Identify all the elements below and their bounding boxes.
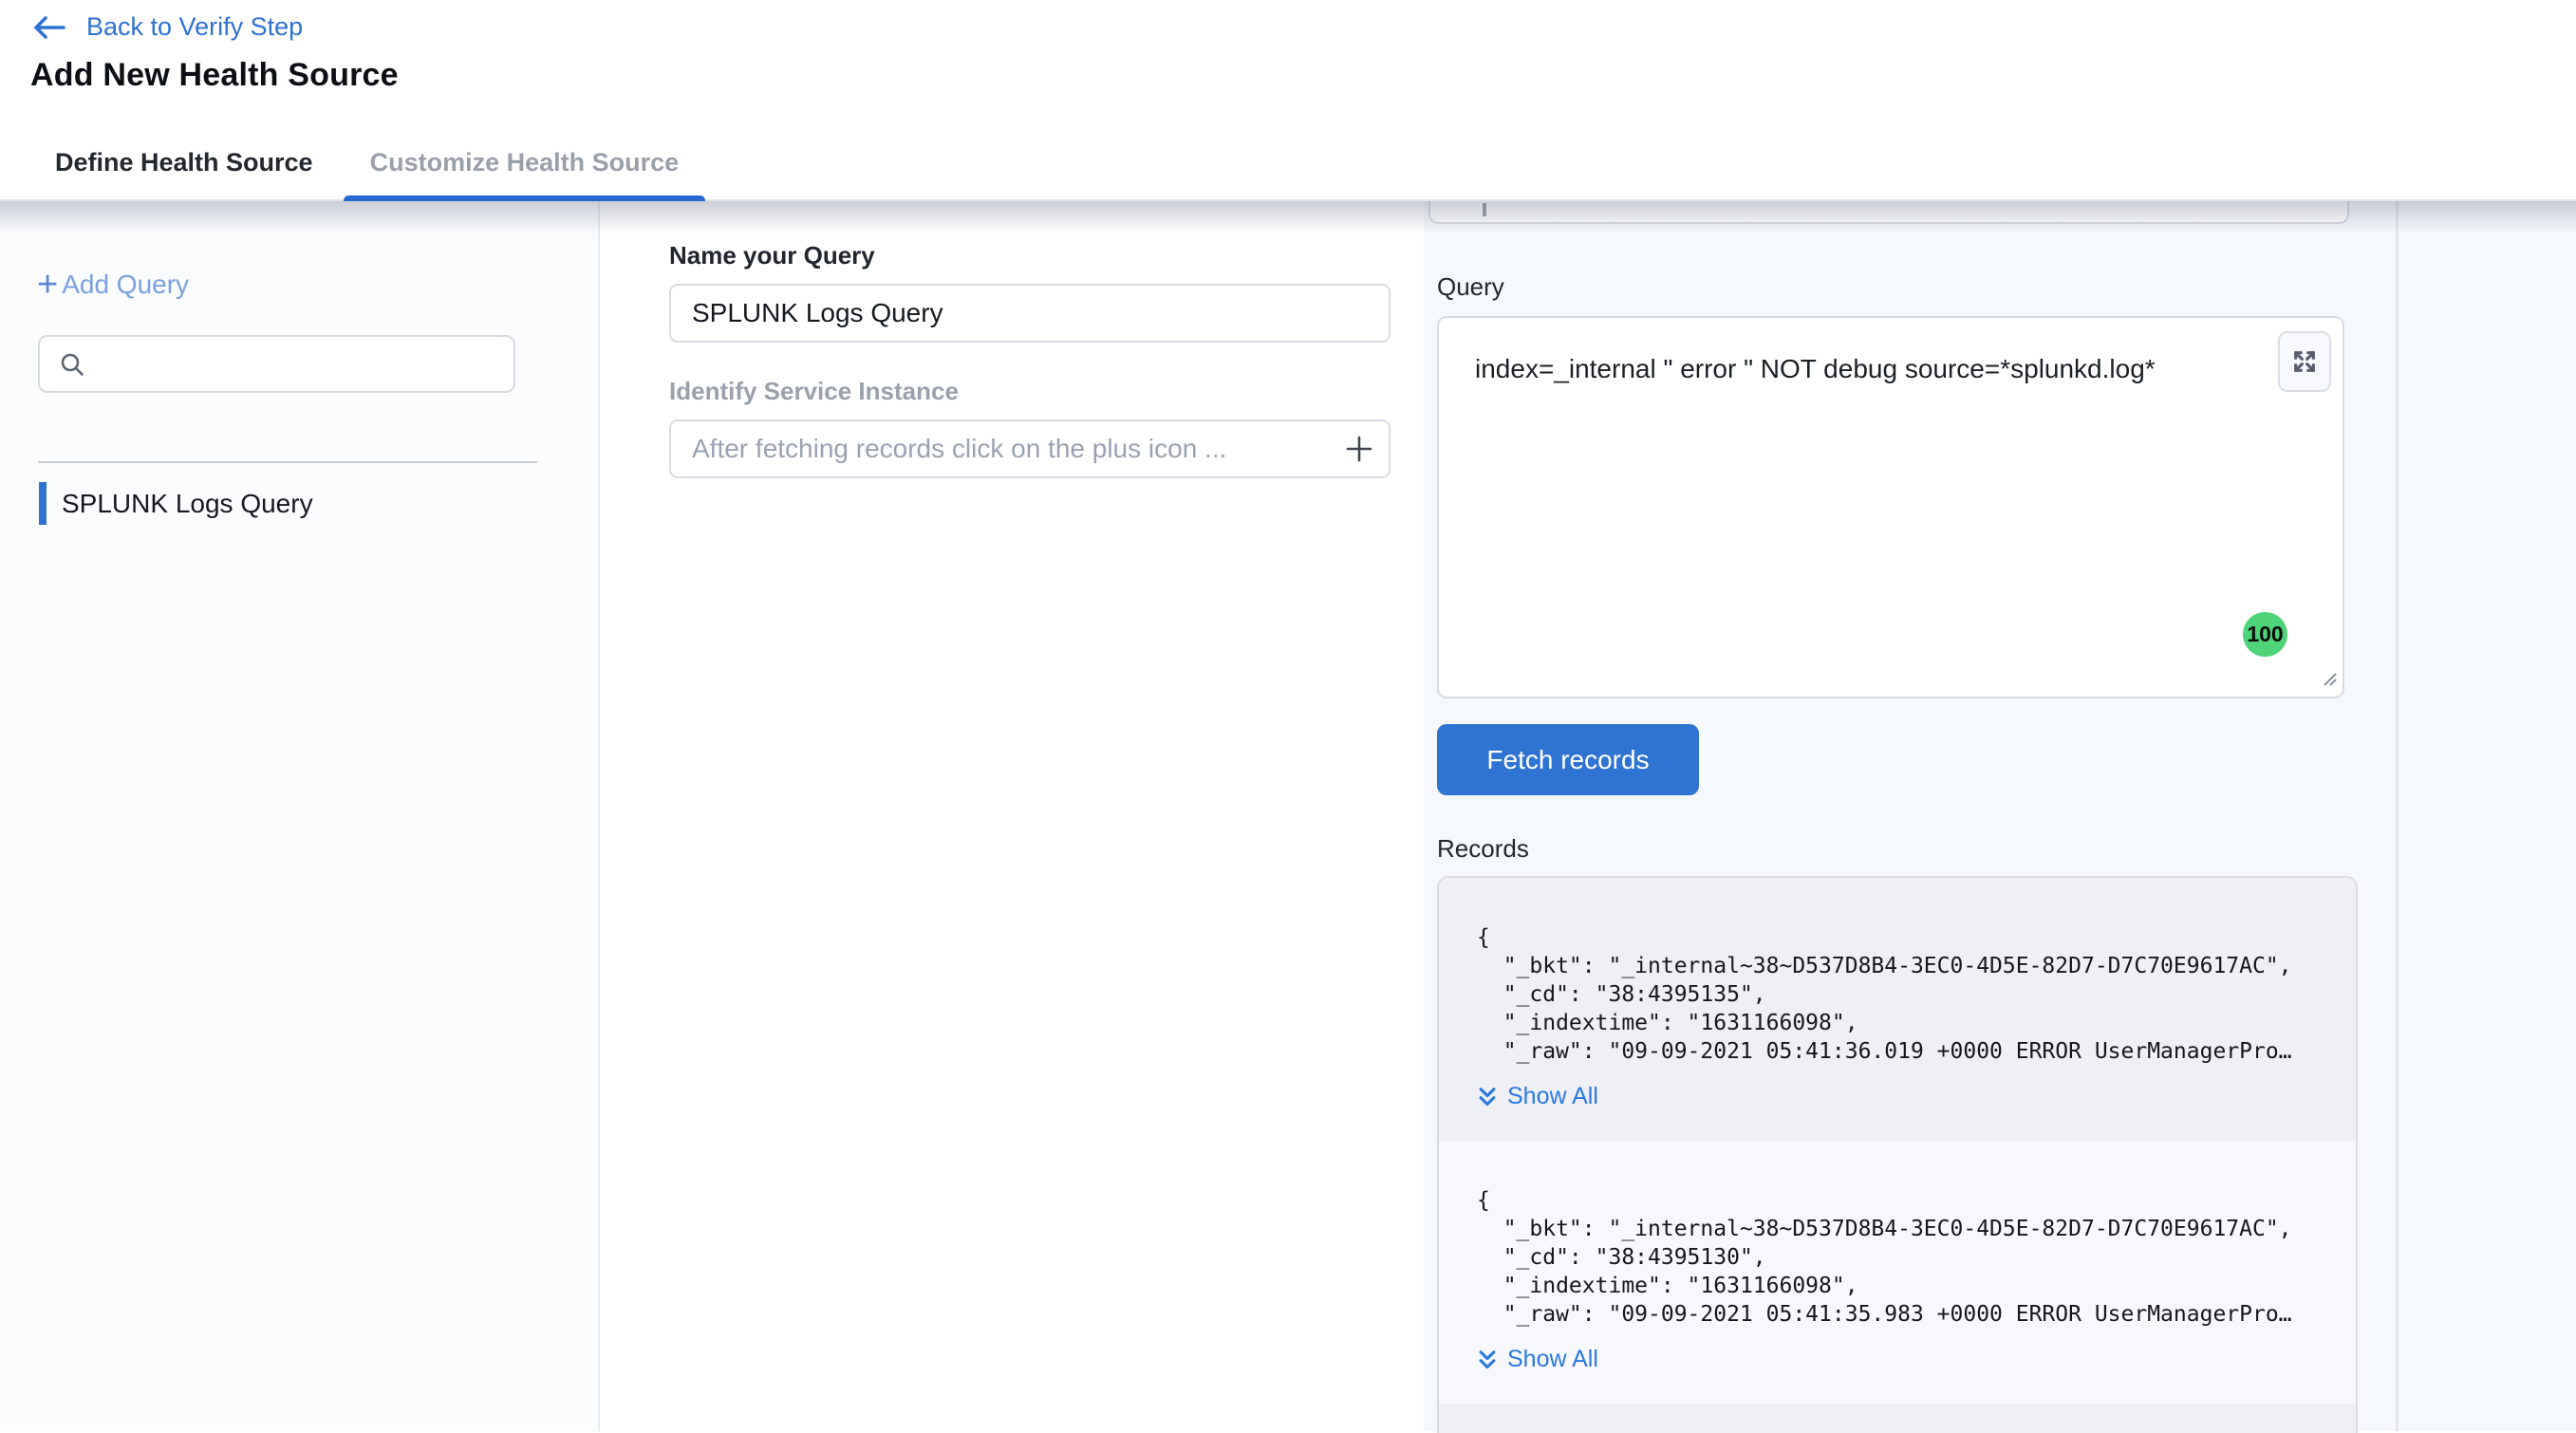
show-all-link[interactable]: Show All <box>1477 1346 2318 1373</box>
sidebar-divider <box>38 461 537 463</box>
query-details-column: Query index=_internal " error " NOT debu… <box>1424 201 2576 1431</box>
tab-bar: Define Health Source Customize Health So… <box>0 126 2576 201</box>
content-area: + Add Query SPLUNK Logs Query Name y <box>0 201 2576 1431</box>
record-card: { "_bkt": "_internal~38~D537D8B4-3EC0-4D… <box>1439 1141 2356 1404</box>
query-text: index=_internal " error " NOT debug sour… <box>1439 318 2343 386</box>
records-panel: { "_bkt": "_internal~38~D537D8B4-3EC0-4D… <box>1437 876 2358 1433</box>
partial-text-fragment <box>1483 203 1486 216</box>
fetch-records-button[interactable]: Fetch records <box>1437 724 1699 795</box>
query-label: Query <box>1437 272 2576 302</box>
show-all-label: Show All <box>1507 1083 1598 1110</box>
double-chevron-down-icon <box>1477 1348 1498 1372</box>
add-health-source-page: Back to Verify Step Add New Health Sourc… <box>0 0 2576 1433</box>
page-header: Back to Verify Step Add New Health Sourc… <box>0 0 2576 126</box>
record-card: { "_bkt": "_internal~38~D537D8B4-3EC0-4D… <box>1439 878 2356 1141</box>
back-to-verify-step-link[interactable]: Back to Verify Step <box>31 12 303 42</box>
query-name-field-wrap <box>669 284 1391 343</box>
scrolled-field-partial[interactable] <box>1428 201 2349 224</box>
maximize-icon <box>2289 346 2320 377</box>
show-all-link[interactable]: Show All <box>1477 1083 2318 1110</box>
tab-define-health-source[interactable]: Define Health Source <box>32 126 336 199</box>
double-chevron-down-icon <box>1477 1085 1498 1109</box>
query-sidebar: + Add Query SPLUNK Logs Query <box>0 201 600 1431</box>
search-icon <box>59 351 85 378</box>
records-label: Records <box>1437 834 2576 864</box>
page-title: Add New Health Source <box>30 57 399 94</box>
back-link-label: Back to Verify Step <box>86 12 303 42</box>
plus-icon: + <box>37 270 58 299</box>
service-instance-field-wrap <box>669 419 1391 478</box>
expand-query-button[interactable] <box>2278 331 2331 392</box>
show-all-label: Show All <box>1507 1346 1598 1373</box>
record-count-badge: 100 <box>2243 612 2287 657</box>
record-card-partial <box>1439 1404 2356 1433</box>
add-query-label: Add Query <box>62 270 189 300</box>
back-arrow-icon <box>31 14 67 41</box>
column-divider <box>2396 201 2399 1431</box>
query-form-column: Name your Query Identify Service Instanc… <box>600 201 1424 1431</box>
service-instance-plus-icon[interactable] <box>1343 433 1375 465</box>
search-input[interactable] <box>99 349 478 379</box>
query-name-input[interactable] <box>692 298 1368 328</box>
query-textarea[interactable]: index=_internal " error " NOT debug sour… <box>1437 316 2344 698</box>
name-your-query-label: Name your Query <box>669 241 1424 270</box>
add-query-button[interactable]: + Add Query <box>37 270 189 300</box>
tab-customize-health-source[interactable]: Customize Health Source <box>347 126 702 199</box>
identify-service-instance-label: Identify Service Instance <box>669 377 1424 406</box>
service-instance-input[interactable] <box>692 434 1332 464</box>
query-item-label: SPLUNK Logs Query <box>62 489 313 519</box>
sidebar-item-splunk-logs-query[interactable]: SPLUNK Logs Query <box>39 482 313 525</box>
query-search-box <box>38 335 515 393</box>
record-json: { "_bkt": "_internal~38~D537D8B4-3EC0-4D… <box>1477 923 2318 1066</box>
record-json: { "_bkt": "_internal~38~D537D8B4-3EC0-4D… <box>1477 1186 2318 1329</box>
textarea-resize-handle[interactable] <box>2320 669 2339 693</box>
selected-indicator-bar <box>39 482 47 525</box>
